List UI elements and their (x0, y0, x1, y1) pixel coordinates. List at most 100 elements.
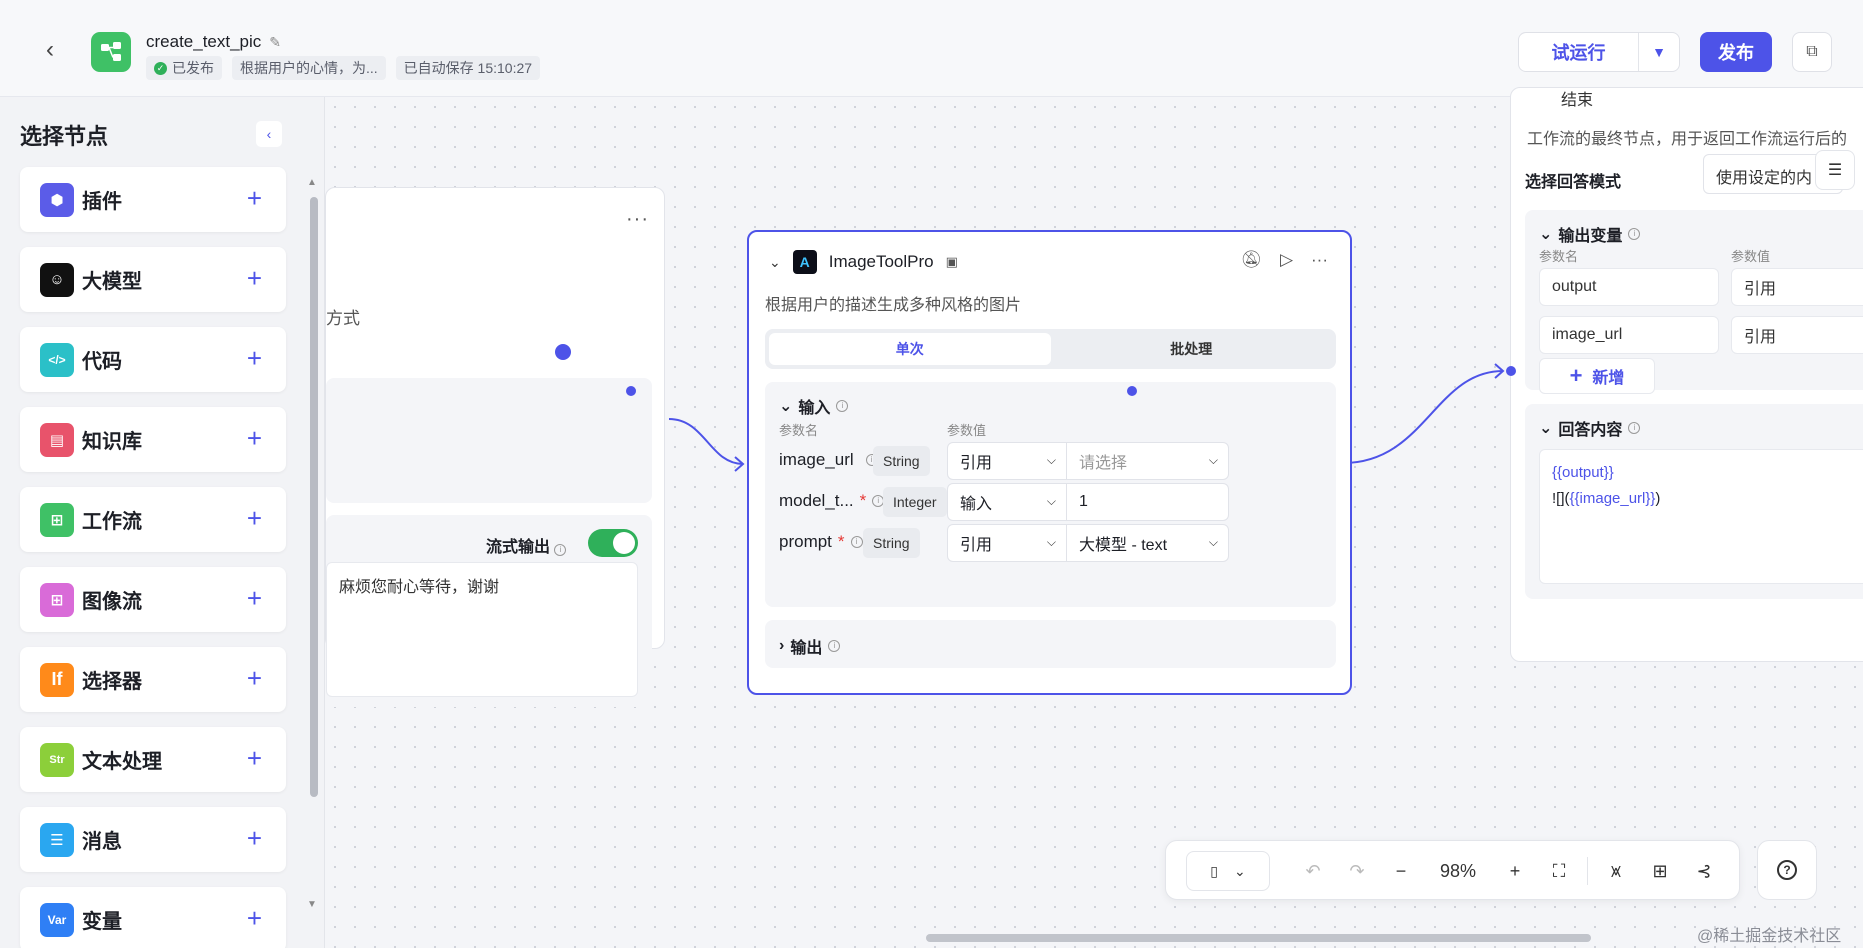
plus-icon: + (1569, 363, 1583, 388)
line-style-icon[interactable]: ⊰ (1682, 861, 1726, 882)
output-var-mode[interactable]: 引用 (1731, 268, 1863, 306)
toolbar-divider (1587, 857, 1588, 885)
node-item-variable[interactable]: Var 变量 + (20, 887, 286, 948)
param-row-prompt: prompt * i String 引用 ⌵ 大模型 - text ⌵ (779, 524, 1324, 562)
column-header-name: 参数名 (1539, 249, 1579, 264)
plus-icon[interactable]: + (247, 745, 262, 771)
node-item-imageflow[interactable]: ⊞ 图像流 + (20, 567, 286, 632)
test-run-button[interactable]: 试运行 (1519, 33, 1639, 71)
node-item-label: 变量 (82, 911, 122, 933)
zoom-level[interactable]: 98% (1423, 861, 1493, 882)
panel-scrollbar[interactable] (310, 197, 318, 797)
image-node-output-port[interactable] (1127, 386, 1137, 396)
input-section-title[interactable]: ⌄ 输入 i (779, 394, 849, 418)
node-item-knowledge[interactable]: ▤ 知识库 + (20, 407, 286, 472)
answer-content-title[interactable]: ⌄ 回答内容 i (1539, 416, 1641, 440)
node-item-workflow[interactable]: ⊞ 工作流 + (20, 487, 286, 552)
layout-grid-icon[interactable]: ⊞ (1638, 861, 1682, 882)
plugin-icon: ⬢ (40, 182, 74, 217)
image-tool-node-card[interactable]: ⌄ A ImageToolPro ▣ 🔕︎ ▷ ··· 根据用户的描述生成多种风… (747, 230, 1352, 695)
answer-content-section: ⌄ 回答内容 i {{output}} ![]({{image_url}}) (1525, 404, 1863, 599)
chevron-down-icon: ⌵ (1046, 535, 1056, 549)
param-mode-select[interactable]: 引用 ⌵ (947, 442, 1067, 480)
chevron-down-icon: ⌄ (1233, 862, 1246, 879)
plus-icon[interactable]: + (247, 345, 262, 371)
app-title-row: create_text_pic ✎ (146, 32, 281, 52)
output-var-mode[interactable]: 引用 (1731, 316, 1863, 354)
plus-icon[interactable]: + (247, 665, 262, 691)
output-var-name[interactable]: output (1539, 268, 1719, 306)
param-name: model_t... * i (779, 491, 885, 511)
more-icon[interactable]: ··· (626, 208, 649, 231)
fit-view-icon[interactable]: ⛶ (1537, 861, 1581, 882)
prev-node-output-port[interactable] (555, 344, 571, 360)
node-item-label: 知识库 (82, 431, 142, 453)
param-value-input[interactable]: 1 (1067, 483, 1229, 521)
collapse-panel-icon[interactable]: ‹ (256, 121, 282, 147)
chevron-down-icon: ⌄ (1539, 420, 1553, 437)
publish-button[interactable]: 发布 (1700, 32, 1772, 72)
param-mode-select[interactable]: 输入 ⌵ (947, 483, 1067, 521)
output-section-title[interactable]: › 输出 i (779, 634, 841, 658)
imagetool-logo-icon: A (792, 250, 817, 274)
param-value-select[interactable]: 大模型 - text ⌵ (1067, 524, 1229, 562)
watermark: @稀土掘金技术社区 (1697, 928, 1842, 945)
node-content-block (326, 378, 652, 503)
collapse-all-icon[interactable]: ⩙ (1594, 861, 1638, 882)
list-icon[interactable]: ☰ (1815, 150, 1855, 190)
copy-icon[interactable]: ⧉ (1792, 32, 1832, 72)
plus-icon[interactable]: + (247, 825, 262, 851)
node-item-llm[interactable]: ☺ 大模型 + (20, 247, 286, 312)
plus-icon[interactable]: + (247, 185, 262, 211)
node-item-message[interactable]: ☰ 消息 + (20, 807, 286, 872)
meta-row: ✓ 已发布 根据用户的心情，为... 已自动保存 15:10:27 (146, 56, 541, 80)
tab-batch[interactable]: 批处理 (1051, 333, 1333, 365)
bell-off-icon[interactable]: 🔕︎ (1240, 250, 1262, 270)
interaction-mode-select[interactable]: ▯ ⌄ (1186, 851, 1270, 891)
node-item-selector[interactable]: If 选择器 + (20, 647, 286, 712)
plus-icon[interactable]: + (247, 905, 262, 931)
scroll-down-icon[interactable]: ▼ (307, 899, 317, 910)
zoom-in-icon[interactable]: + (1493, 861, 1537, 882)
scroll-up-icon[interactable]: ▲ (307, 177, 317, 188)
node-item-code[interactable]: </> 代码 + (20, 327, 286, 392)
image-node-input-port[interactable] (626, 386, 636, 396)
workflow-canvas[interactable]: ··· 方式 流式输出 i 麻烦您耐心等待，谢谢 ⌄ A ImageToolPr… (325, 87, 1863, 948)
node-item-plugin[interactable]: ⬢ 插件 + (20, 167, 286, 232)
param-name: prompt * i (779, 532, 863, 552)
end-node-card[interactable]: 结束 工作流的最终节点，用于返回工作流运行后的 选择回答模式 使用设定的内 ⌄ 输… (1510, 87, 1863, 662)
zoom-out-icon[interactable]: − (1379, 861, 1423, 882)
edge-image-to-end (1342, 370, 1504, 464)
back-icon[interactable]: ‹ (36, 36, 64, 64)
redo-icon[interactable]: ↷ (1335, 861, 1379, 882)
output-var-name[interactable]: image_url (1539, 316, 1719, 354)
end-node-input-port[interactable] (1506, 366, 1516, 376)
answer-line: ![]({{image_url}}) (1552, 490, 1661, 507)
add-variable-button[interactable]: + 新增 (1539, 358, 1655, 394)
more-icon[interactable]: ··· (1311, 250, 1328, 270)
llm-icon: ☺ (40, 262, 74, 297)
stream-output-toggle[interactable] (588, 529, 638, 557)
type-badge: String (873, 446, 930, 476)
play-icon[interactable]: ▷ (1280, 250, 1293, 270)
plus-icon[interactable]: + (247, 265, 262, 291)
edit-icon[interactable]: ✎ (269, 34, 281, 51)
message-textarea[interactable]: 麻烦您耐心等待，谢谢 (326, 562, 638, 697)
caret-down-icon[interactable]: ▼ (1639, 33, 1679, 71)
undo-icon[interactable]: ↶ (1291, 861, 1335, 882)
message-node-card[interactable]: ··· 方式 流式输出 i 麻烦您耐心等待，谢谢 (325, 187, 665, 707)
tab-single[interactable]: 单次 (769, 333, 1051, 365)
output-variables-title[interactable]: ⌄ 输出变量 i (1539, 222, 1641, 246)
node-item-text-processing[interactable]: Str 文本处理 + (20, 727, 286, 792)
param-mode-select[interactable]: 引用 ⌵ (947, 524, 1067, 562)
plus-icon[interactable]: + (247, 585, 262, 611)
canvas-horizontal-scrollbar[interactable] (926, 934, 1591, 942)
help-button[interactable]: ? (1757, 840, 1817, 900)
image-node-header: ⌄ A ImageToolPro ▣ (769, 250, 958, 274)
plus-icon[interactable]: + (247, 505, 262, 531)
chevron-down-icon[interactable]: ⌄ (769, 254, 781, 271)
answer-content-editor[interactable]: {{output}} ![]({{image_url}}) (1539, 449, 1863, 584)
output-section[interactable]: › 输出 i (765, 620, 1336, 668)
param-value-select[interactable]: 请选择 ⌵ (1067, 442, 1229, 480)
plus-icon[interactable]: + (247, 425, 262, 451)
